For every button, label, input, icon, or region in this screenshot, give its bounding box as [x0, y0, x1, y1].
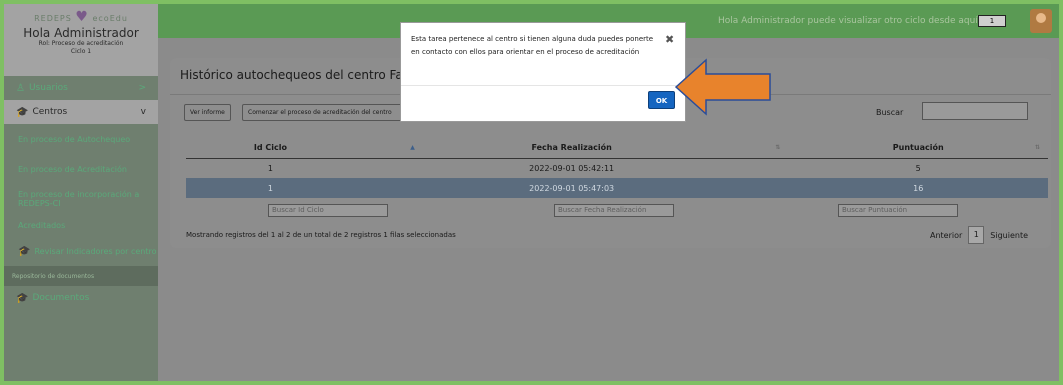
- avatar[interactable]: [1030, 9, 1052, 33]
- previous-page-link[interactable]: Anterior: [930, 231, 962, 240]
- sort-icon: ⇅: [775, 144, 781, 151]
- user-icon: ♙: [16, 82, 25, 94]
- column-filters: Buscar Id Ciclo Buscar Fecha Realización…: [186, 204, 1048, 220]
- pagination: Anterior 1 Siguiente: [930, 226, 1028, 244]
- table-cell: 1: [186, 178, 355, 198]
- sidebar-item-usuarios[interactable]: ♙ Usuarios >: [4, 76, 158, 100]
- greeting: Hola Administrador: [23, 26, 139, 40]
- filter-fecha-input[interactable]: Buscar Fecha Realización: [554, 204, 674, 217]
- alert-dialog: Esta tarea pertenece al centro si tienen…: [400, 22, 686, 122]
- filter-id-ciclo-input[interactable]: Buscar Id Ciclo: [268, 204, 388, 217]
- page-title: Histórico autochequeos del centro Fac: [180, 68, 410, 82]
- dialog-divider: [401, 85, 685, 86]
- cycle-message: Hola Administrador puede visualizar otro…: [718, 16, 981, 26]
- table-cell: 2022-09-01 05:47:03: [354, 178, 789, 198]
- ok-button[interactable]: OK: [648, 91, 675, 109]
- sidebar-header: REDEPS ♥ ecoEdu Hola Administrador Rol: …: [4, 4, 158, 76]
- cycle-select[interactable]: 1: [978, 15, 1006, 27]
- dialog-message: Esta tarea pertenece al centro si tienen…: [411, 35, 654, 56]
- sort-icon: ⇅: [1034, 144, 1040, 151]
- sidebar: REDEPS ♥ ecoEdu Hola Administrador Rol: …: [4, 4, 158, 381]
- view-report-button[interactable]: Ver informe: [184, 104, 231, 121]
- autochequeo-table: Id Ciclo ▲ Fecha Realización ⇅ Puntuación ⇅…: [186, 138, 1048, 198]
- sidebar-item-acreditacion[interactable]: En proceso de Acreditación: [4, 154, 158, 184]
- records-info: Mostrando registros del 1 al 2 de un tot…: [186, 231, 456, 239]
- column-header-fecha[interactable]: Fecha Realización ⇅: [354, 138, 789, 159]
- table-cell: 16: [788, 178, 1048, 198]
- cycle-label: Ciclo 1: [70, 48, 92, 55]
- table-row-selected[interactable]: 1 2022-09-01 05:47:03 16: [186, 178, 1048, 198]
- logo: REDEPS ♥ ecoEdu: [34, 9, 128, 25]
- search-input[interactable]: [922, 102, 1028, 120]
- sidebar-item-documentos[interactable]: 🎓 Documentos: [4, 286, 158, 310]
- sidebar-nav: ♙ Usuarios > 🎓 Centros v En proceso de A…: [4, 76, 158, 310]
- table-cell: 5: [788, 158, 1048, 178]
- sidebar-section-label: Repositorio de documentos: [4, 266, 158, 286]
- column-header-id-ciclo[interactable]: Id Ciclo ▲: [186, 138, 415, 159]
- next-page-link[interactable]: Siguiente: [990, 231, 1028, 240]
- graduation-cap-icon: 🎓: [16, 106, 29, 118]
- table-cell: 2022-09-01 05:42:11: [354, 158, 789, 178]
- graduation-cap-icon: 🎓: [18, 245, 31, 257]
- graduation-cap-icon: 🎓: [16, 292, 29, 304]
- role-label: Rol: Proceso de acreditación: [38, 40, 124, 47]
- arrow-annotation-icon: [674, 58, 771, 116]
- chevron-down-icon: v: [140, 107, 146, 117]
- start-accreditation-button[interactable]: Comenzar el proceso de acreditación del …: [242, 104, 422, 121]
- sidebar-item-indicadores[interactable]: 🎓 Revisar Indicadores por centro: [4, 236, 158, 266]
- sidebar-item-acreditados[interactable]: Acreditados: [4, 214, 158, 236]
- close-icon[interactable]: ✖: [665, 33, 674, 46]
- sidebar-item-autochequeo[interactable]: En proceso de Autochequeo: [4, 124, 158, 154]
- column-header-puntuacion[interactable]: Puntuación ⇅: [788, 138, 1048, 159]
- table-row[interactable]: 1 2022-09-01 05:42:11 5: [186, 158, 1048, 178]
- filter-puntuacion-input[interactable]: Buscar Puntuación: [838, 204, 958, 217]
- search-label: Buscar: [876, 108, 904, 117]
- sidebar-item-incorporacion[interactable]: En proceso de incorporación a REDEPS-CI: [4, 184, 158, 214]
- logo-heart-icon: ♥: [75, 9, 89, 25]
- sidebar-item-centros[interactable]: 🎓 Centros v: [4, 100, 158, 124]
- table-cell: 1: [186, 158, 355, 178]
- chevron-right-icon: >: [138, 83, 146, 93]
- page-number-button[interactable]: 1: [968, 226, 985, 244]
